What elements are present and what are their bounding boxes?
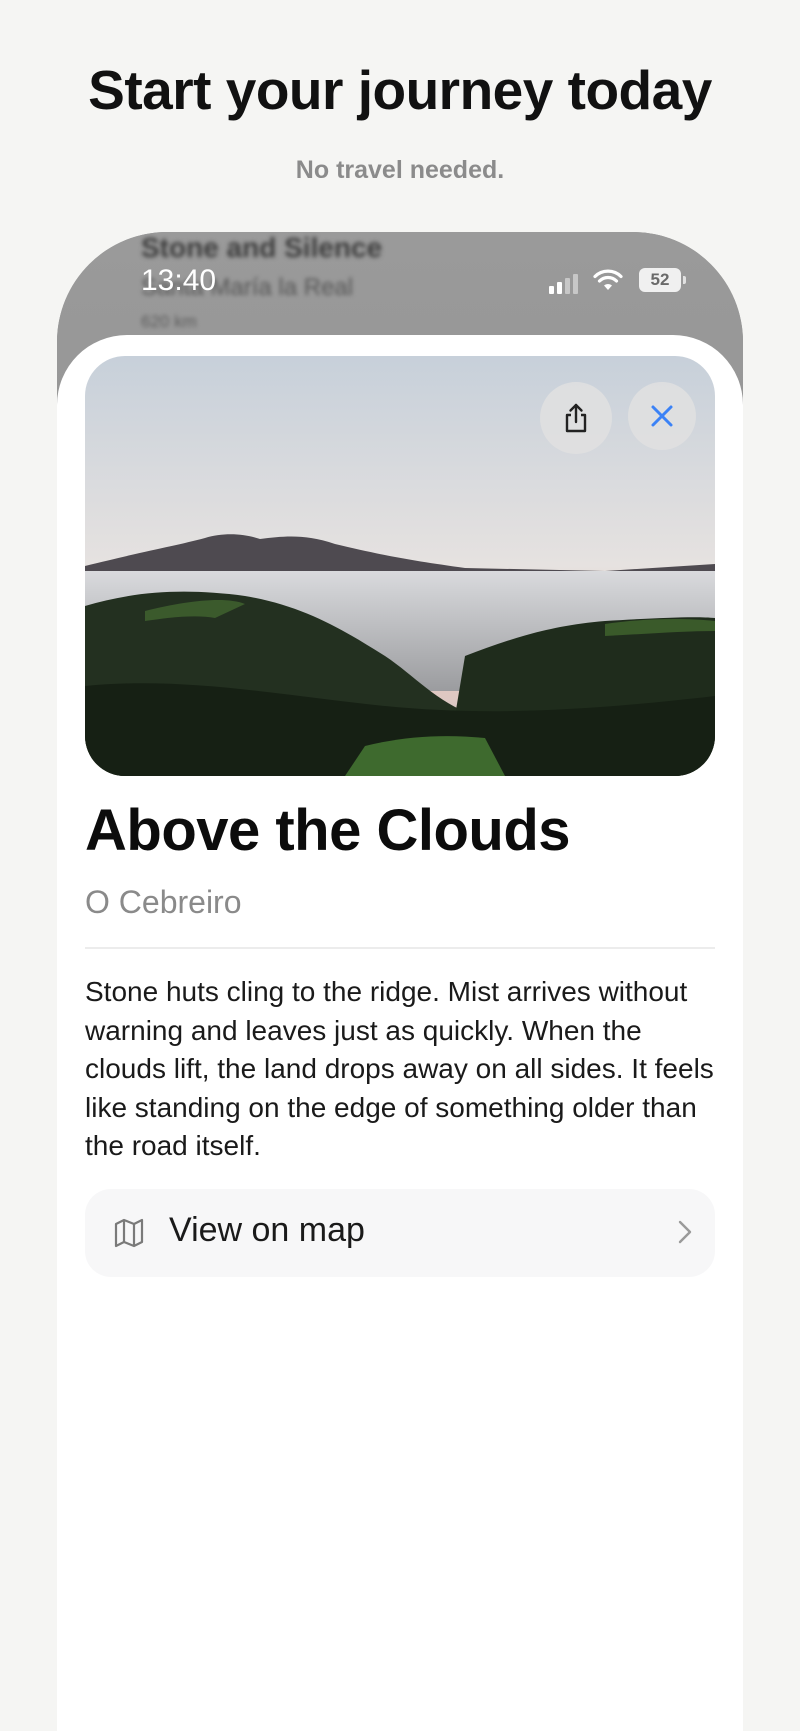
detail-location: O Cebreiro: [85, 884, 242, 920]
promo-subheadline: No travel needed.: [295, 156, 505, 184]
view-on-map-button[interactable]: View on map: [85, 1189, 715, 1277]
wifi-icon: [593, 268, 623, 297]
map-icon: [114, 1218, 144, 1248]
promo-headline: Start your journey today: [88, 59, 712, 121]
phone-frame: Stone and Silence Santa María la Real 62…: [57, 232, 743, 1731]
detail-description: Stone huts cling to the ridge. Mist arri…: [85, 976, 714, 1161]
close-button[interactable]: [628, 382, 696, 450]
view-on-map-label: View on map: [169, 1211, 365, 1249]
share-button[interactable]: [540, 382, 612, 454]
background-card-title: Stone and Silence: [141, 232, 383, 263]
battery-indicator: 52: [639, 268, 686, 292]
hero-image: [85, 356, 715, 776]
status-bar: 13:40 52: [57, 264, 743, 304]
detail-sheet: Above the Clouds O Cebreiro Stone huts c…: [57, 335, 743, 1731]
divider: [85, 947, 715, 949]
close-icon: [651, 405, 673, 427]
detail-title: Above the Clouds: [85, 798, 571, 863]
status-time: 13:40: [141, 264, 217, 297]
share-icon: [565, 403, 587, 433]
cellular-signal-icon: [549, 272, 578, 294]
chevron-right-icon: [678, 1220, 692, 1244]
background-card-distance: 620 km: [141, 312, 197, 331]
